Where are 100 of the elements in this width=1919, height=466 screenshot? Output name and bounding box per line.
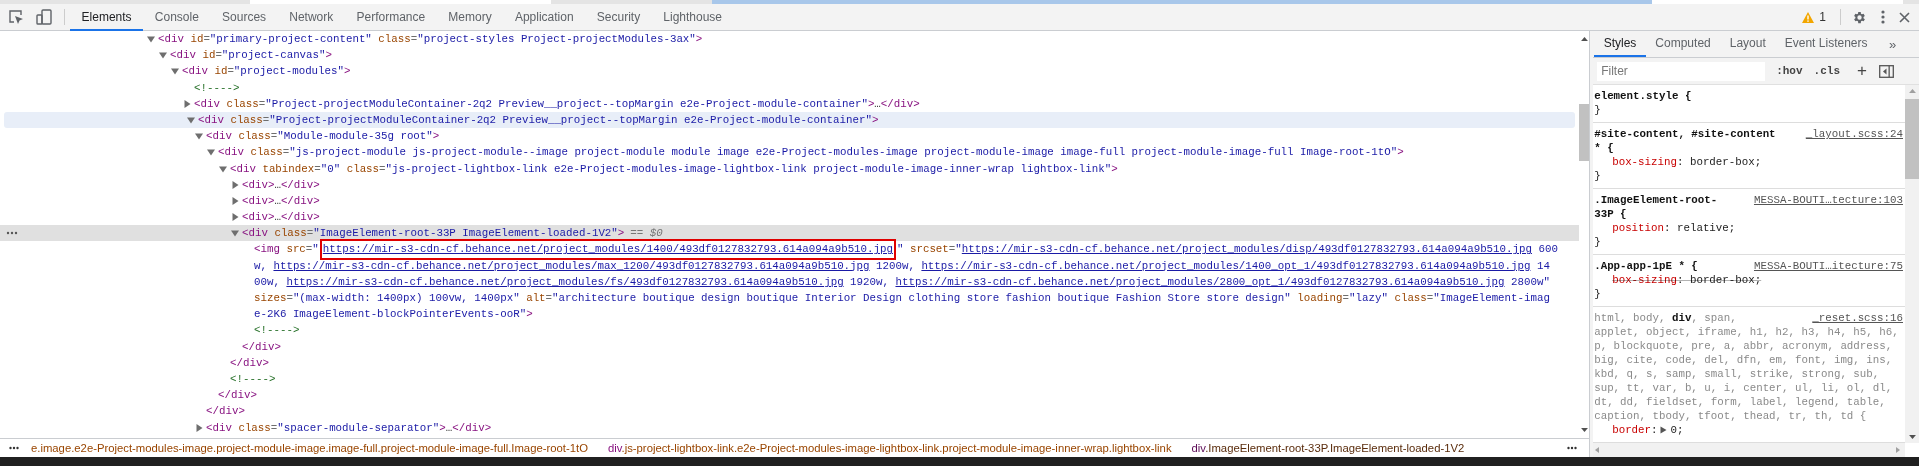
styles-tab[interactable]: Event Listeners [1775, 31, 1877, 57]
url-link[interactable]: https://mir-s3-cdn-cf.behance.net/project_modules/fs/493df0127832793.614a094a9b510.jpg [286, 273, 844, 290]
tree-row[interactable]: <div class="js-project-module js-project-module--image project-module module image e2e-Project-modules-image project-module-image image-full project-module-image-full Image-root-1tO"> [0, 144, 1580, 161]
arrow-up-icon[interactable] [1580, 37, 1588, 41]
tree-row[interactable]: <img src=" https://mir-s3-cdn-cf.behance.net/project_modules/1400/493df0127832793.614a094a9b510.jpg " srcset="https://mir-s3-cdn-cf.behance.net/project_modules/disp/493df0127832793.614a094a9b510.jpg 600 [0, 241, 1580, 258]
panel-tab[interactable]: Network [277, 4, 345, 31]
panel-tab[interactable]: Lighthouse [651, 4, 734, 31]
class-toggle-button[interactable]: .cls [1809, 65, 1844, 77]
tree-row[interactable]: <div class="Project-projectModuleContainer-2q2 Preview__project--topMargin e2e-Project-module-container">…</div> [0, 95, 1580, 112]
closing-brace: } [1594, 169, 1602, 183]
devices-icon[interactable] [36, 9, 52, 25]
scrollbar-thumb[interactable] [1579, 104, 1590, 161]
tree-row[interactable]: <div>…</div> [0, 176, 1580, 193]
css-selector: .App-app-1pE * { [1594, 259, 1698, 273]
add-rule-button[interactable]: + [1853, 61, 1871, 81]
source-link[interactable]: _layout.scss:24 [1805, 127, 1903, 141]
panel-tab[interactable]: Console [143, 4, 211, 31]
breadcrumb[interactable]: e.image.e2e-Project-modules-image.project-module-image.image-full.project-module-image-full.Image-root-1tO [31, 442, 598, 454]
expand-arrow-icon[interactable] [171, 67, 179, 76]
tree-row[interactable]: </div> [0, 403, 1580, 420]
tree-row[interactable]: <div>…</div> [0, 192, 1580, 210]
panel-tab[interactable]: Memory [436, 4, 504, 31]
tree-row[interactable]: <div id="project-modules"> [0, 63, 1580, 80]
css-property[interactable]: border: [1612, 423, 1658, 437]
tree-row[interactable]: <!----> [0, 79, 1580, 96]
warning-count[interactable]: 1 [1819, 10, 1826, 24]
css-declaration[interactable]: position: relative; [1612, 221, 1736, 235]
tree-row[interactable]: <div class="ImageElement-root-33P ImageElement-loaded-1V2"> == $0 [0, 225, 1580, 242]
css-declaration[interactable]: box-sizing: border-box; [1612, 273, 1762, 287]
css-value[interactable]: 0; [1670, 423, 1684, 437]
ellipsis-icon[interactable] [9, 446, 19, 450]
panel-tab[interactable]: Elements [70, 4, 144, 31]
expand-arrow-icon[interactable] [207, 148, 215, 157]
tree-row[interactable]: <!----> [0, 322, 1580, 339]
source-link[interactable]: MESSA-BOUTI…tecture:103 [1753, 193, 1903, 207]
cursor-icon[interactable] [8, 9, 24, 25]
close-icon[interactable] [1899, 11, 1910, 23]
tree-row[interactable]: e-2K6 ImageElement-blockPointerEvents-ooR"> [0, 306, 1580, 323]
expand-arrow-icon[interactable] [231, 229, 239, 238]
menu-icon[interactable] [1881, 10, 1885, 24]
sidebar-toggle-icon[interactable] [1878, 64, 1894, 78]
scrollbar-thumb[interactable] [1905, 99, 1919, 179]
tree-row[interactable]: <!----> [0, 370, 1580, 388]
panel-tab[interactable]: Sources [210, 4, 278, 31]
expand-arrow-icon[interactable] [147, 35, 155, 44]
css-selector: * { [1594, 141, 1615, 155]
tree-row[interactable]: w, https://mir-s3-cdn-cf.behance.net/project_modules/max_1200/493df0127832793.614a094a9b510.jpg 1200w, https://mir-s3-cdn-cf.behance.net/project_modules/1400_opt_1/493df0127832793.614a094a9b510.jpg 14 [0, 257, 1580, 274]
closing-brace: } [1594, 235, 1602, 249]
scrollbar[interactable] [1905, 85, 1919, 443]
tree-row[interactable]: 00w, https://mir-s3-cdn-cf.behance.net/project_modules/fs/493df0127832793.614a094a9b510.jpg 1920w, https://mir-s3-cdn-cf.behance.net/project_modules/2800_opt_1/493df0127832793.614a094a9b510.jpg 2800w" [0, 273, 1580, 290]
tree-row[interactable]: <div class="Module-module-35g root"> [0, 128, 1580, 145]
arrow-down-icon[interactable] [1580, 428, 1588, 432]
tree-row[interactable]: <div tabindex="0" class="js-project-lightbox-link e2e-Project-modules-image-lightbox-link project-module-image-inner-wrap lightbox-link"> [0, 160, 1580, 177]
expand-arrow-icon[interactable] [195, 132, 203, 141]
expand-arrow-icon[interactable] [231, 196, 239, 205]
tree-row[interactable]: <div>…</div> [0, 209, 1580, 226]
tree-row[interactable]: </div> [0, 387, 1580, 404]
source-link[interactable]: MESSA-BOUTI…itecture:75 [1753, 259, 1903, 273]
more-tabs-button[interactable]: » [1885, 31, 1901, 57]
css-selector: .ImageElement-root- [1594, 193, 1718, 207]
panel-tab[interactable]: Performance [344, 4, 437, 31]
tree-row[interactable]: <div class="spacer-module-separator">…</div> [0, 419, 1580, 436]
url-link[interactable]: https://mir-s3-cdn-cf.behance.net/project_modules/1400_opt_1/493df0127832793.614a094a9b510.jpg [921, 257, 1531, 274]
expand-arrow-icon[interactable] [1659, 426, 1667, 434]
closing-brace: } [1594, 287, 1602, 301]
css-selector: 33P { [1594, 207, 1628, 221]
source-link[interactable]: _reset.scss:16 [1812, 311, 1903, 325]
styles-tab[interactable]: Layout [1720, 31, 1776, 57]
expand-arrow-icon[interactable] [231, 213, 239, 222]
tree-row[interactable]: <div class="Project-projectModuleContainer-2q2 Preview__project--topMargin e2e-Project-module-container"> [4, 111, 1576, 129]
expand-arrow-icon[interactable] [231, 180, 239, 189]
url-link[interactable]: https://mir-s3-cdn-cf.behance.net/project_modules/2800_opt_1/493df0127832793.614a094a9b510.jpg [895, 273, 1505, 290]
tree-row[interactable]: <div id="primary-project-content" class="project-styles Project-projectModules-3ax"> [0, 31, 1580, 48]
styles-tab[interactable]: Computed [1645, 31, 1721, 57]
css-selector: #site-content, #site-content [1594, 127, 1776, 141]
arrow-down-icon[interactable] [1908, 435, 1916, 439]
settings-icon[interactable] [1852, 9, 1867, 25]
panel-tab[interactable]: Application [503, 4, 586, 31]
url-link[interactable]: https://mir-s3-cdn-cf.behance.net/project_modules/1400/493df0127832793.614a094a9b510.jpg [319, 239, 896, 260]
tree-row[interactable]: <div id="project-canvas"> [0, 47, 1580, 64]
tree-row[interactable]: </div> [0, 338, 1580, 355]
tree-row[interactable]: sizes="(max-width: 1400px) 100vw, 1400px" alt="architecture boutique design boutique Interior Design clothing store fashion boutique Fashion Store store design" loading="lazy" class="ImageElement-imag [0, 290, 1580, 307]
ellipsis-icon[interactable] [1567, 446, 1578, 450]
expand-arrow-icon[interactable] [183, 99, 191, 108]
panel-tab[interactable]: Security [585, 4, 652, 31]
url-link[interactable]: https://mir-s3-cdn-cf.behance.net/project_modules/disp/493df0127832793.614a094a9b510.jpg [961, 241, 1532, 258]
url-link[interactable]: https://mir-s3-cdn-cf.behance.net/project_modules/max_1200/493df0127832793.614a094a9b510.jpg [273, 257, 870, 274]
more-icon[interactable] [6, 231, 18, 236]
hover-state-button[interactable]: :hov [1772, 65, 1807, 77]
expand-arrow-icon[interactable] [195, 423, 203, 432]
breadcrumb[interactable]: div.ImageElement-root-33P.ImageElement-loaded-1V2 [1191, 442, 1475, 454]
expand-arrow-icon[interactable] [159, 51, 167, 60]
breadcrumb[interactable]: div.js-project-lightbox-link.e2e-Project-modules-image-lightbox-link.project-module-image-inner-wrap.lightbox-link [607, 442, 1182, 454]
filter-field[interactable]: Filter [1597, 61, 1766, 81]
expand-arrow-icon[interactable] [187, 116, 195, 125]
css-selector: applet, object, iframe, h1, h2, h3, h4, h5, h6, p, blockquote, pre, a, abbr, acronym, address, big, cite, code, del, dfn, em, font, img, ins, kbd, q, s, samp, small, strike, strong, sub, sup, tt, var, b, u, i, center, ul, li, ol, dl, dt, dd, fieldset, form, label, legend, table, caption, tbody, tfoot, thead, tr, th, td { [1594, 325, 1900, 423]
expand-arrow-icon[interactable] [219, 164, 227, 173]
css-declaration[interactable]: box-sizing: border-box; [1612, 155, 1762, 169]
tree-row[interactable]: </div> [0, 354, 1580, 371]
css-selector: html, body, div, span, [1594, 311, 1737, 325]
